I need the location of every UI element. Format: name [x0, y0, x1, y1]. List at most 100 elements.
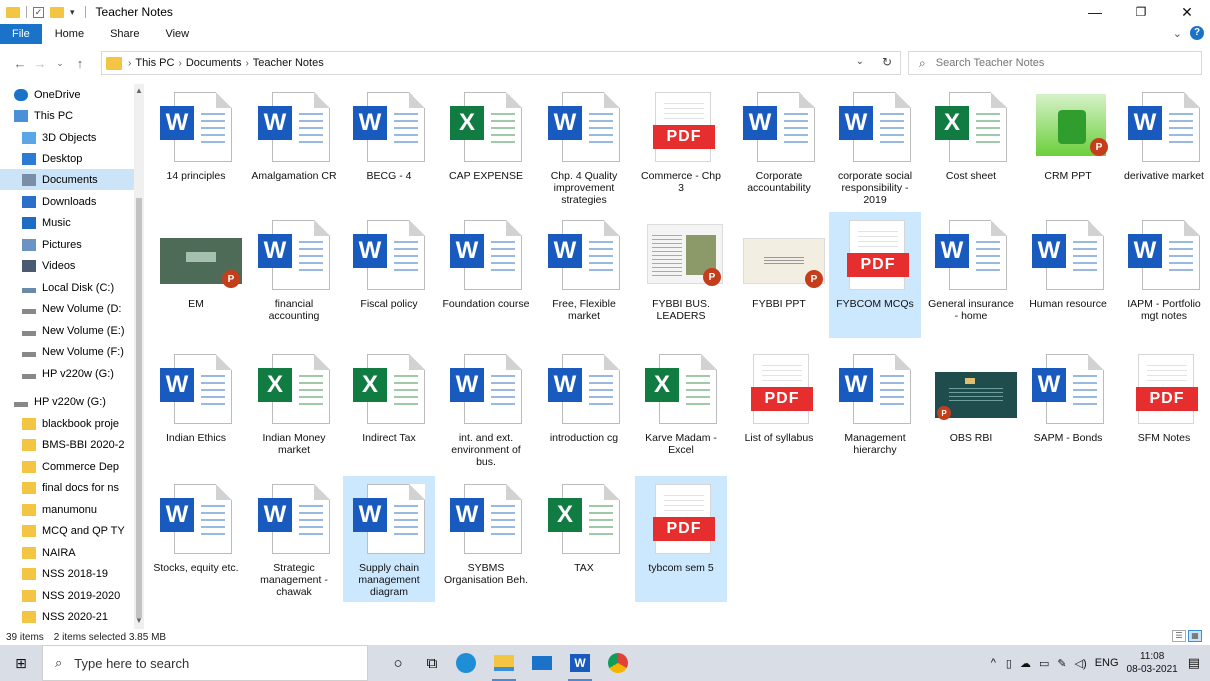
sidebar-item[interactable]: Pictures [0, 234, 140, 255]
file-item[interactable]: Wintroduction cg [538, 346, 630, 472]
sidebar-item[interactable]: Commerce Dep [0, 456, 140, 477]
back-arrow-icon[interactable]: ← [10, 56, 30, 71]
large-icons-view-icon[interactable]: ▦ [1188, 630, 1202, 642]
forward-arrow-icon[interactable]: → [30, 56, 50, 71]
maximize-button[interactable]: ❐ [1118, 0, 1164, 24]
scroll-up-icon[interactable]: ▲ [134, 86, 144, 95]
breadcrumb-this-pc[interactable]: This PC [135, 57, 174, 69]
sidebar-item[interactable]: Downloads [0, 191, 140, 212]
search-box[interactable]: ⌕ [908, 51, 1202, 75]
file-item[interactable]: W Stocks, equity etc. [150, 476, 242, 602]
edge-icon[interactable] [448, 645, 484, 681]
file-item[interactable]: PDF tybcom sem 5 [635, 476, 727, 602]
details-view-icon[interactable]: ☰ [1172, 630, 1186, 642]
network-icon[interactable]: ▭ [1039, 657, 1049, 670]
file-item[interactable]: X TAX [538, 476, 630, 602]
file-item[interactable]: W IAPM - Portfolio mgt notes [1118, 212, 1210, 338]
file-explorer-icon[interactable] [486, 645, 522, 681]
sidebar-item[interactable]: MCQ and QP TY [0, 520, 140, 541]
tab-home[interactable]: Home [42, 24, 97, 44]
file-item[interactable]: P CRM PPT [1022, 84, 1114, 210]
sidebar-item[interactable]: Music [0, 212, 140, 233]
file-item[interactable]: W Corporate accountability [733, 84, 825, 210]
file-item[interactable]: P EM [150, 212, 242, 338]
clock[interactable]: 11:08 08-03-2021 [1127, 650, 1178, 676]
sidebar-item[interactable]: NSS 2019-2020 [0, 585, 140, 606]
sidebar-item[interactable]: NSS 2018-19 [0, 563, 140, 584]
chevron-right-icon[interactable]: › [128, 58, 131, 69]
file-item[interactable]: W Indian Ethics [150, 346, 242, 472]
breadcrumb-teacher-notes[interactable]: Teacher Notes [253, 57, 324, 69]
sidebar-item[interactable]: New Volume (D: [0, 298, 140, 319]
file-item[interactable]: P FYBBI BUS. LEADERS [635, 212, 727, 338]
breadcrumb-documents[interactable]: Documents [186, 57, 242, 69]
file-item[interactable]: W Supply chain management diagram [343, 476, 435, 602]
sidebar-item[interactable]: NSS 2020-21 [0, 606, 140, 627]
file-item[interactable]: W 14 principles [150, 84, 242, 210]
sidebar-item[interactable]: NAIRA [0, 542, 140, 563]
file-item[interactable]: X Cost sheet [925, 84, 1017, 210]
sidebar-item[interactable]: blackbook proje [0, 413, 140, 434]
notifications-icon[interactable]: ▤ [1188, 655, 1200, 671]
file-item[interactable]: W Strategic management - chawak [248, 476, 340, 602]
file-item[interactable]: PDF SFM Notes [1118, 346, 1210, 472]
sidebar-item[interactable]: HP v220w (G:) [0, 363, 140, 384]
recent-locations-icon[interactable]: ⌄ [50, 58, 70, 69]
file-item[interactable]: W Human resource [1022, 212, 1114, 338]
sidebar-item[interactable]: BMS-BBI 2020-2 [0, 434, 140, 455]
sidebar-item[interactable]: final docs for ns [0, 477, 140, 498]
file-item[interactable]: Wfinancial accounting [248, 212, 340, 338]
file-item[interactable]: W SYBMS Organisation Beh. [440, 476, 532, 602]
file-item[interactable]: Wderivative market [1118, 84, 1210, 210]
nav-scrollbar-thumb[interactable] [136, 198, 142, 618]
minimize-button[interactable]: — [1072, 0, 1118, 24]
word-app-icon[interactable]: W [562, 645, 598, 681]
sidebar-item[interactable]: HP v220w (G:) [0, 391, 140, 412]
cortana-icon[interactable]: ○ [380, 645, 416, 681]
file-item[interactable]: P OBS RBI [925, 346, 1017, 472]
sidebar-item[interactable]: 3D Objects [0, 127, 140, 148]
file-item[interactable]: W BECG - 4 [343, 84, 435, 210]
file-item[interactable]: PDF List of syllabus [733, 346, 825, 472]
file-item[interactable]: Wcorporate social responsibility - 2019 [829, 84, 921, 210]
chevron-right-icon[interactable]: › [178, 58, 181, 69]
volume-icon[interactable]: ◁) [1075, 657, 1087, 670]
search-input[interactable] [935, 57, 1176, 69]
sidebar-item[interactable]: Videos [0, 255, 140, 276]
up-arrow-icon[interactable]: ↑ [70, 56, 90, 71]
pen-icon[interactable]: ✎ [1057, 657, 1066, 670]
battery-icon[interactable]: ▯ [1006, 657, 1012, 670]
file-item[interactable]: PDF Commerce - Chp 3 [635, 84, 727, 210]
address-bar[interactable]: › This PC › Documents › Teacher Notes ⌄ … [101, 51, 901, 75]
chrome-icon[interactable] [600, 645, 636, 681]
file-item[interactable]: W Fiscal policy [343, 212, 435, 338]
new-folder-icon[interactable] [50, 6, 64, 18]
file-item[interactable]: X CAP EXPENSE [440, 84, 532, 210]
chevron-up-icon[interactable]: ^ [991, 657, 996, 669]
file-item[interactable]: W SAPM - Bonds [1022, 346, 1114, 472]
sidebar-item[interactable]: manumonu [0, 499, 140, 520]
file-item[interactable]: W Free, Flexible market [538, 212, 630, 338]
sidebar-item[interactable]: This PC [0, 105, 140, 126]
file-item[interactable]: W Amalgamation CR [248, 84, 340, 210]
chevron-right-icon[interactable]: › [245, 58, 248, 69]
file-item[interactable]: PDF FYBCOM MCQs [829, 212, 921, 338]
scroll-down-icon[interactable]: ▼ [134, 616, 144, 625]
expand-ribbon-icon[interactable]: ⌄ [1173, 27, 1182, 40]
close-button[interactable]: ✕ [1164, 0, 1210, 24]
file-item[interactable]: Wint. and ext. environment of bus. [440, 346, 532, 472]
mail-icon[interactable] [524, 645, 560, 681]
file-item[interactable]: W Chp. 4 Quality improvement strategies [538, 84, 630, 210]
sidebar-item[interactable]: Local Disk (C:) [0, 277, 140, 298]
file-item[interactable]: X Karve Madam -Excel [635, 346, 727, 472]
sidebar-item[interactable]: Documents [0, 169, 140, 190]
file-item[interactable]: W Management hierarchy [829, 346, 921, 472]
properties-icon[interactable]: ✓ [33, 6, 44, 18]
file-item[interactable]: W Foundation course [440, 212, 532, 338]
tab-share[interactable]: Share [97, 24, 152, 44]
windows-start-icon[interactable]: ⊞ [0, 645, 42, 681]
sidebar-item[interactable]: New Volume (F:) [0, 341, 140, 362]
sidebar-item[interactable]: Desktop [0, 148, 140, 169]
onedrive-icon[interactable]: ☁ [1020, 657, 1031, 670]
file-item[interactable]: W General insurance - home [925, 212, 1017, 338]
